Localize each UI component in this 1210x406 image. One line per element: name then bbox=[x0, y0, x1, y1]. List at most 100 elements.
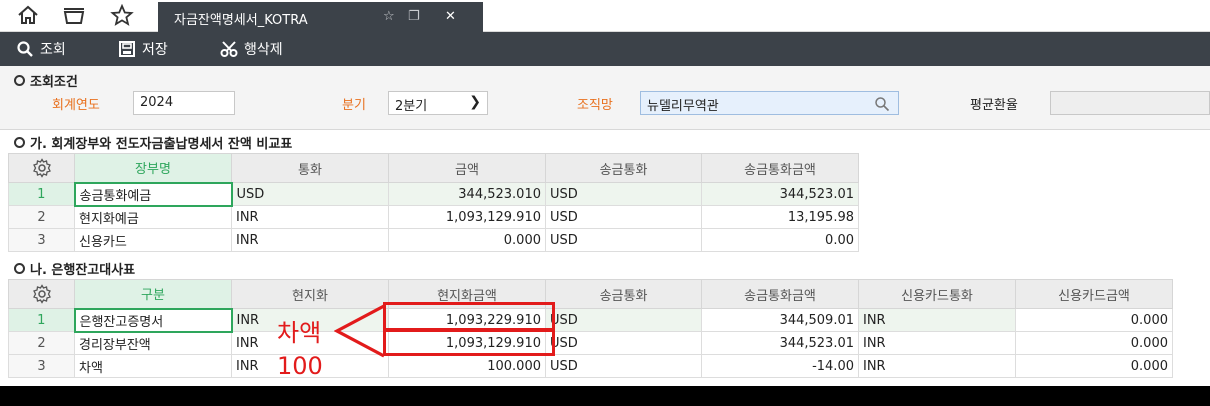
annotation-arrow-icon bbox=[334, 304, 385, 358]
row-number: 3 bbox=[8, 354, 75, 378]
chevron-down-icon: ❯ bbox=[469, 94, 481, 110]
save-button[interactable]: 저장 bbox=[118, 40, 168, 58]
grid-settings-button[interactable] bbox=[8, 153, 75, 183]
col-header-remit-amount[interactable]: 송금통화금액 bbox=[701, 279, 859, 309]
cell-card-currency[interactable]: INR bbox=[858, 331, 1016, 355]
grid-settings-button[interactable] bbox=[8, 279, 75, 309]
folder-icon[interactable] bbox=[62, 4, 88, 28]
cell-category[interactable]: 차액 bbox=[74, 354, 232, 378]
cell-card-amount[interactable]: 0.000 bbox=[1015, 354, 1173, 378]
tab-active-document[interactable]: 자금잔액명세서_KOTRA ☆ ❐ ✕ bbox=[158, 2, 483, 32]
annotation-box-book-balance bbox=[383, 329, 555, 356]
fiscal-year-field[interactable]: 2024 bbox=[133, 91, 235, 115]
row-number: 2 bbox=[8, 205, 75, 229]
cell-category[interactable]: 은행잔고증명서 bbox=[73, 307, 233, 333]
page: 자금잔액명세서_KOTRA ☆ ❐ ✕ 조회 저장 행삭제 조회조건 회계연도 … bbox=[0, 0, 1210, 406]
quarter-select-value: 2분기 bbox=[395, 99, 428, 114]
table-row[interactable]: 2 현지화예금 INR 1,093,129.910 USD 13,195.98 bbox=[8, 205, 859, 229]
avg-rate-field[interactable] bbox=[1050, 91, 1210, 115]
cell-remit-currency[interactable]: USD bbox=[545, 205, 702, 229]
cell-amount[interactable]: 1,093,129.910 bbox=[388, 205, 546, 229]
gear-icon bbox=[32, 158, 51, 178]
tab-title: 자금잔액명세서_KOTRA bbox=[174, 13, 308, 28]
section-a-title: 가. 회계장부와 전도자금출납명세서 잔액 비교표 bbox=[14, 133, 292, 152]
search-icon bbox=[17, 41, 33, 57]
tab-close-icon[interactable]: ✕ bbox=[445, 9, 456, 24]
save-icon bbox=[119, 41, 135, 57]
cell-card-amount[interactable]: 0.000 bbox=[1015, 308, 1173, 332]
cell-amount[interactable]: 344,523.010 bbox=[388, 182, 546, 206]
star-icon[interactable] bbox=[110, 3, 136, 28]
search-conditions-panel: 조회조건 회계연도 2024 분기 2분기 ❯ 조직망 뉴델리무역관 평균환율 bbox=[0, 66, 1210, 130]
cell-currency[interactable]: INR bbox=[231, 205, 389, 229]
cell-local-amount[interactable]: 100.000 bbox=[388, 354, 546, 378]
cell-remit-currency[interactable]: USD bbox=[545, 228, 702, 252]
col-header-remit-currency[interactable]: 송금통화 bbox=[545, 153, 702, 183]
tab-restore-icon[interactable]: ❐ bbox=[408, 9, 420, 24]
col-header-card-amount[interactable]: 신용카드금액 bbox=[1015, 279, 1173, 309]
col-header-remit-currency[interactable]: 송금통화 bbox=[545, 279, 702, 309]
bottom-edge bbox=[0, 386, 1210, 406]
section-b-grid: 구분 현지화 현지화금액 송금통화 송금통화금액 신용카드통화 신용카드금액 1… bbox=[8, 279, 1173, 378]
cell-remit-amount[interactable]: 344,509.01 bbox=[701, 308, 859, 332]
cell-remit-currency[interactable]: USD bbox=[545, 182, 702, 206]
col-header-book-name[interactable]: 장부명 bbox=[74, 153, 232, 183]
cell-card-currency[interactable]: INR bbox=[858, 308, 1016, 332]
cell-book-name[interactable]: 신용카드 bbox=[74, 228, 232, 252]
cell-remit-currency[interactable]: USD bbox=[545, 354, 702, 378]
gear-icon bbox=[32, 284, 51, 304]
table-row[interactable]: 1 은행잔고증명서 INR 1,093,229.910 USD 344,509.… bbox=[8, 307, 1173, 333]
section-a-title-text: 가. 회계장부와 전도자금출납명세서 잔액 비교표 bbox=[30, 137, 293, 152]
section-bullet-icon bbox=[14, 263, 25, 274]
annotation-box-bank-balance bbox=[383, 302, 555, 331]
cell-currency[interactable]: USD bbox=[231, 182, 389, 206]
scissors-icon bbox=[220, 41, 238, 57]
col-header-card-currency[interactable]: 신용카드통화 bbox=[858, 279, 1016, 309]
cell-amount[interactable]: 0.000 bbox=[388, 228, 546, 252]
col-header-amount[interactable]: 금액 bbox=[388, 153, 546, 183]
cell-card-currency[interactable]: INR bbox=[858, 354, 1016, 378]
cell-book-name[interactable]: 현지화예금 bbox=[74, 205, 232, 229]
row-number: 1 bbox=[8, 182, 75, 206]
save-button-label: 저장 bbox=[142, 42, 168, 58]
home-icon[interactable] bbox=[16, 4, 42, 28]
cell-remit-amount[interactable]: 344,523.01 bbox=[701, 331, 859, 355]
cell-currency[interactable]: INR bbox=[231, 228, 389, 252]
tab-star-icon[interactable]: ☆ bbox=[383, 9, 395, 24]
cell-book-name[interactable]: 송금통화예금 bbox=[73, 181, 233, 207]
col-header-currency[interactable]: 통화 bbox=[231, 153, 389, 183]
cell-remit-amount[interactable]: 344,523.01 bbox=[701, 182, 859, 206]
fiscal-year-label: 회계연도 bbox=[52, 98, 100, 113]
search-icon[interactable] bbox=[874, 96, 890, 112]
conditions-section-title: 조회조건 bbox=[14, 71, 78, 90]
cell-card-amount[interactable]: 0.000 bbox=[1015, 331, 1173, 355]
cell-remit-currency[interactable]: USD bbox=[545, 331, 702, 355]
table-row[interactable]: 3 차액 INR 100.000 USD -14.00 INR 0.000 bbox=[8, 354, 1173, 378]
cell-remit-amount[interactable]: -14.00 bbox=[701, 354, 859, 378]
cell-remit-currency[interactable]: USD bbox=[545, 308, 702, 332]
toolbar: 조회 저장 행삭제 bbox=[0, 32, 1210, 66]
quarter-select[interactable]: 2분기 ❯ bbox=[388, 91, 488, 115]
conditions-title-text: 조회조건 bbox=[30, 75, 78, 90]
col-header-remit-amount[interactable]: 송금통화금액 bbox=[701, 153, 859, 183]
col-header-category[interactable]: 구분 bbox=[74, 279, 232, 309]
table-row[interactable]: 3 신용카드 INR 0.000 USD 0.00 bbox=[8, 228, 859, 252]
search-button-label: 조회 bbox=[40, 42, 66, 58]
cell-category[interactable]: 경리장부잔액 bbox=[74, 331, 232, 355]
org-field-value: 뉴델리무역관 bbox=[647, 99, 719, 114]
annotation-diff-value: 100 bbox=[277, 352, 323, 380]
section-a-grid: 장부명 통화 금액 송금통화 송금통화금액 1 송금통화예금 USD 344,5… bbox=[8, 153, 859, 252]
delete-row-button[interactable]: 행삭제 bbox=[220, 40, 283, 58]
search-button[interactable]: 조회 bbox=[16, 40, 66, 58]
org-field[interactable]: 뉴델리무역관 bbox=[640, 91, 899, 115]
cell-remit-amount[interactable]: 0.00 bbox=[701, 228, 859, 252]
row-number: 2 bbox=[8, 331, 75, 355]
row-number: 1 bbox=[8, 308, 75, 332]
cell-remit-amount[interactable]: 13,195.98 bbox=[701, 205, 859, 229]
section-bullet-icon bbox=[14, 137, 25, 148]
top-bar: 자금잔액명세서_KOTRA ☆ ❐ ✕ bbox=[0, 0, 1210, 32]
section-b-title-text: 나. 은행잔고대사표 bbox=[30, 263, 136, 278]
table-row[interactable]: 2 경리장부잔액 INR 1,093,129.910 USD 344,523.0… bbox=[8, 331, 1173, 355]
avg-rate-label: 평균환율 bbox=[970, 98, 1018, 113]
table-row[interactable]: 1 송금통화예금 USD 344,523.010 USD 344,523.01 bbox=[8, 181, 859, 207]
